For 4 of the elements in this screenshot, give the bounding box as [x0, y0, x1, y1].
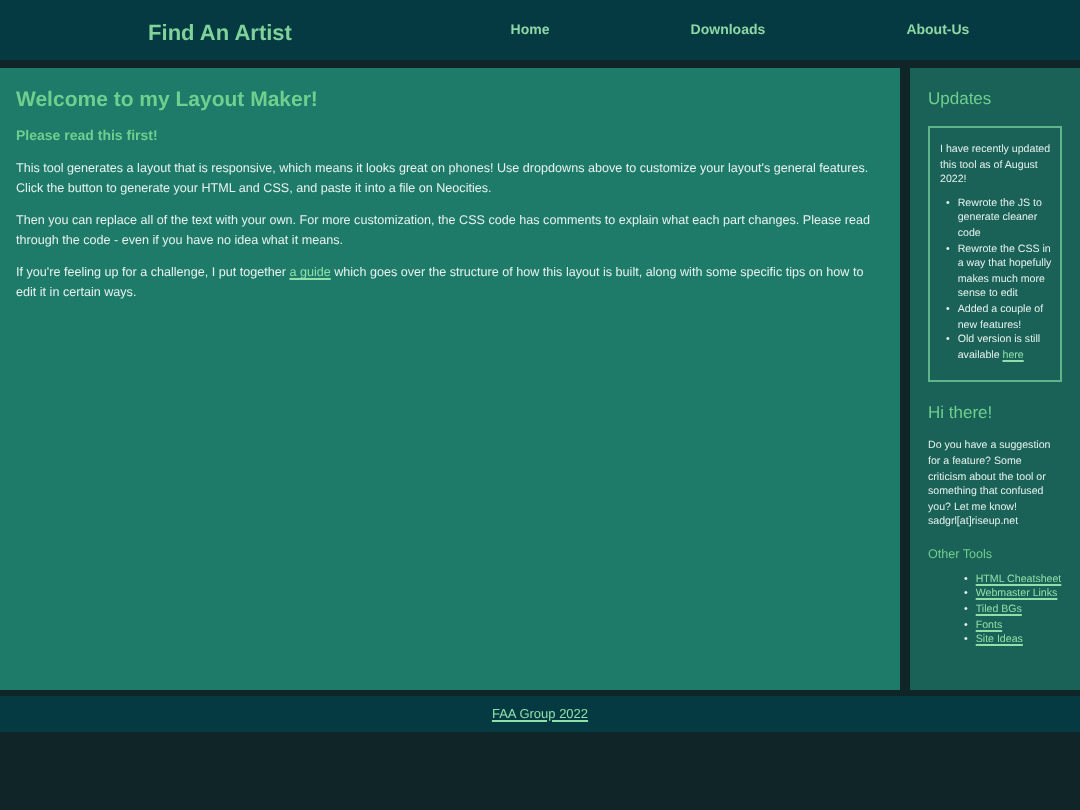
site-title: Find An Artist — [146, 21, 294, 45]
sidebar-heading: Updates — [928, 88, 994, 108]
sidebar-heading: Hi there! — [928, 402, 995, 423]
page-heading: Welcome to my Layout Maker! — [16, 88, 320, 112]
